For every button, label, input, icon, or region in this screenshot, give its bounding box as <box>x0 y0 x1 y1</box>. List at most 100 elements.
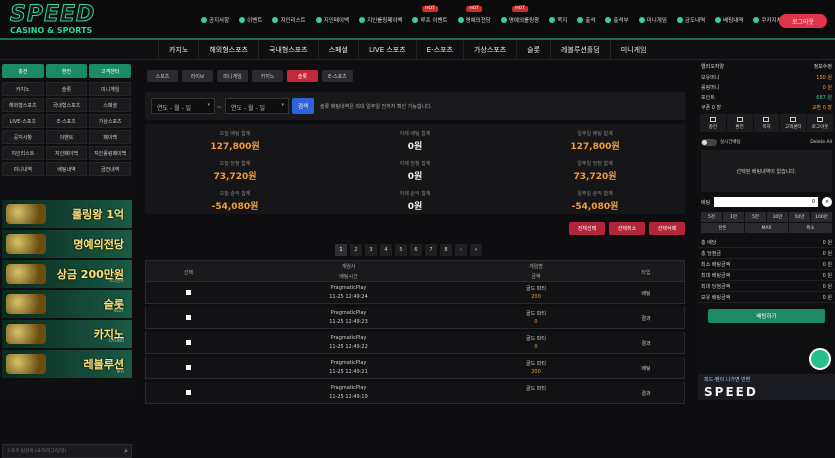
page-button[interactable]: » <box>470 244 482 256</box>
bet-chip[interactable]: 50만 <box>789 212 810 222</box>
topnav-item[interactable]: 금도내역 <box>672 14 710 26</box>
toggle-switch[interactable] <box>701 138 717 146</box>
left-menu-item[interactable]: 해외형스포츠 <box>2 98 44 112</box>
bet-chip[interactable]: 잔돈 <box>701 223 744 233</box>
place-bet-button[interactable]: 배팅하기 <box>708 309 825 323</box>
tab-0[interactable]: 스포츠 <box>147 70 178 82</box>
site-logo[interactable]: SPEED CASINO & SPORTS <box>10 3 120 36</box>
tab-1[interactable]: 라이브 <box>182 70 213 82</box>
mainnav-item[interactable]: 스페셜 <box>317 40 358 60</box>
table-action-button[interactable]: 선택취소 <box>609 222 645 235</box>
mainnav-item[interactable]: 슬롯 <box>516 40 550 60</box>
date-to-input[interactable]: 연도 - 월 - 일 ▾ <box>225 98 289 114</box>
page-button[interactable]: 6 <box>410 244 422 256</box>
bet-chip[interactable]: 취소 <box>789 223 832 233</box>
row-checkbox[interactable] <box>186 390 191 395</box>
page-button[interactable]: 2 <box>350 244 362 256</box>
tab-5[interactable]: E-스포츠 <box>322 70 353 82</box>
bet-chip[interactable]: MAX <box>745 223 788 233</box>
page-button[interactable]: › <box>455 244 467 256</box>
side-banner[interactable]: 상금 200만원 토너먼트 <box>2 260 132 288</box>
left-menu-item[interactable]: 이벤트 <box>45 130 88 144</box>
table-action-button[interactable]: 선택삭제 <box>649 222 685 235</box>
quick-action-button[interactable]: 로그아웃 <box>807 114 833 132</box>
row-checkbox[interactable] <box>186 290 191 295</box>
bet-chip[interactable]: 5천 <box>701 212 722 222</box>
page-button[interactable]: 1 <box>335 244 347 256</box>
page-button[interactable]: 7 <box>425 244 437 256</box>
date-from-input[interactable]: 연도 - 월 - 일 ▾ <box>151 98 215 114</box>
bet-chip[interactable]: 100만 <box>811 212 832 222</box>
mainnav-item[interactable]: LIVE 스포츠 <box>357 40 416 60</box>
left-menu-item[interactable]: 베팅내역 <box>45 162 88 176</box>
topnav-item[interactable]: 지인리스트 <box>267 14 310 26</box>
left-menu-item[interactable]: 가상스포츠 <box>89 114 131 128</box>
side-banner[interactable]: 롤링왕 1억 <box>2 200 132 228</box>
side-banner[interactable]: 슬롯 SLOT <box>2 290 132 318</box>
left-menu-item[interactable]: 지인리스트 <box>2 146 44 160</box>
search-icon[interactable]: ⌕ <box>124 447 128 456</box>
delete-all-button[interactable]: Delete All <box>810 140 832 145</box>
topnav-item[interactable]: 출석 <box>572 14 600 26</box>
left-menu-item[interactable]: 미니게임 <box>89 82 131 96</box>
left-menu-item[interactable]: 국내형스포츠 <box>45 98 88 112</box>
row-checkbox[interactable] <box>186 315 191 320</box>
chat-icon[interactable] <box>809 348 831 370</box>
topnav-item[interactable]: 공지사항 <box>196 14 234 26</box>
edit-info-link[interactable]: 정보수정 <box>814 63 832 70</box>
left-menu-item[interactable]: E-스포츠 <box>45 114 88 128</box>
search-button[interactable]: 검색 <box>292 98 314 114</box>
topnav-item[interactable]: 쪽지 <box>544 14 572 26</box>
mainnav-item[interactable]: 미니게임 <box>609 40 657 60</box>
bet-chip[interactable]: 10만 <box>767 212 788 222</box>
tab-3[interactable]: 카지노 <box>252 70 283 82</box>
topnav-item[interactable]: 지인페이백 <box>311 14 354 26</box>
mainnav-item[interactable]: 가상스포츠 <box>462 40 516 60</box>
left-menu-item[interactable]: 지인페이백 <box>45 146 88 160</box>
left-action-button[interactable]: 충전 <box>2 64 44 78</box>
bet-chip[interactable]: 5만 <box>745 212 766 222</box>
bet-amount-input[interactable]: 0 <box>714 197 818 207</box>
topnav-item[interactable]: 이벤트 <box>234 14 267 26</box>
left-menu-item[interactable]: 미니내역 <box>2 162 44 176</box>
left-action-button[interactable]: 환전 <box>45 64 88 78</box>
left-menu-item[interactable]: 금전내역 <box>89 162 131 176</box>
side-banner[interactable]: 카지노 CASINO <box>2 320 132 348</box>
mainnav-item[interactable]: E-스포츠 <box>415 40 463 60</box>
side-banner[interactable]: 명예의전당 <box>2 230 132 258</box>
tab-4[interactable]: 슬롯 <box>287 70 318 82</box>
mainnav-item[interactable]: 해외형스포츠 <box>198 40 258 60</box>
left-menu-item[interactable]: 카지노 <box>2 82 44 96</box>
quick-action-button[interactable]: 충전 <box>700 114 726 132</box>
bet-chip[interactable]: 1만 <box>723 212 744 222</box>
page-button[interactable]: 3 <box>365 244 377 256</box>
mainnav-item[interactable]: 카지노 <box>158 40 198 60</box>
row-checkbox[interactable] <box>186 340 191 345</box>
clear-icon[interactable]: × <box>822 197 832 207</box>
left-menu-item[interactable]: 스페셜 <box>89 98 131 112</box>
logout-button[interactable]: 로그아웃 <box>779 14 827 28</box>
mainnav-item[interactable]: 레볼루션홀덤 <box>550 40 610 60</box>
topnav-item[interactable]: 루프 이벤트 HOT <box>407 6 452 26</box>
left-menu-item[interactable]: 지인롤링페이백 <box>89 146 131 160</box>
topnav-item[interactable]: 지인롤링페이백 <box>354 14 407 26</box>
quick-action-button[interactable]: 고객센터 <box>780 114 807 132</box>
page-button[interactable]: 5 <box>395 244 407 256</box>
side-banner[interactable]: 레볼루션 홀덤 <box>2 350 132 378</box>
row-checkbox[interactable] <box>186 365 191 370</box>
page-button[interactable]: 4 <box>380 244 392 256</box>
quick-action-button[interactable]: 환전 <box>726 114 753 132</box>
table-action-button[interactable]: 전체선택 <box>569 222 605 235</box>
team-search-input[interactable]: 스포츠 팀검색 (국가/리그/팀명) ⌕ <box>2 444 132 458</box>
quick-action-button[interactable]: 쪽지 <box>753 114 780 132</box>
mainnav-item[interactable]: 국내형스포츠 <box>257 40 318 60</box>
left-menu-item[interactable]: 페이백 <box>89 130 131 144</box>
left-menu-item[interactable]: LIVE-스포츠 <box>2 114 44 128</box>
page-button[interactable]: 8 <box>440 244 452 256</box>
topnav-item[interactable]: 명예의전당 HOT <box>453 6 496 26</box>
left-menu-item[interactable]: 슬롯 <box>45 82 88 96</box>
tab-2[interactable]: 미니게임 <box>217 70 248 82</box>
promo-banner[interactable]: 피드-팬이 나가면 반환 SPEED <box>698 374 835 400</box>
topnav-item[interactable]: 미니게임 <box>634 14 672 26</box>
topnav-item[interactable]: 출석부 <box>600 14 633 26</box>
